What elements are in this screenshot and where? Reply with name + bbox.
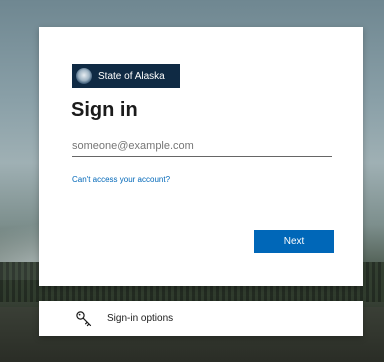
sign-in-options-button[interactable]: Sign-in options [39,301,363,336]
state-of-alaska-logo: State of Alaska [72,64,180,88]
logo-text: State of Alaska [98,70,165,82]
cant-access-account-link[interactable]: Can't access your account? [72,175,170,184]
next-button[interactable]: Next [254,230,334,253]
state-seal-icon [76,68,92,84]
key-icon [76,310,92,326]
sign-in-options-label: Sign-in options [107,313,174,324]
email-field[interactable] [72,136,332,157]
sign-in-card: State of Alaska Sign in Can't access you… [39,27,363,286]
page-title: Sign in [71,99,138,121]
